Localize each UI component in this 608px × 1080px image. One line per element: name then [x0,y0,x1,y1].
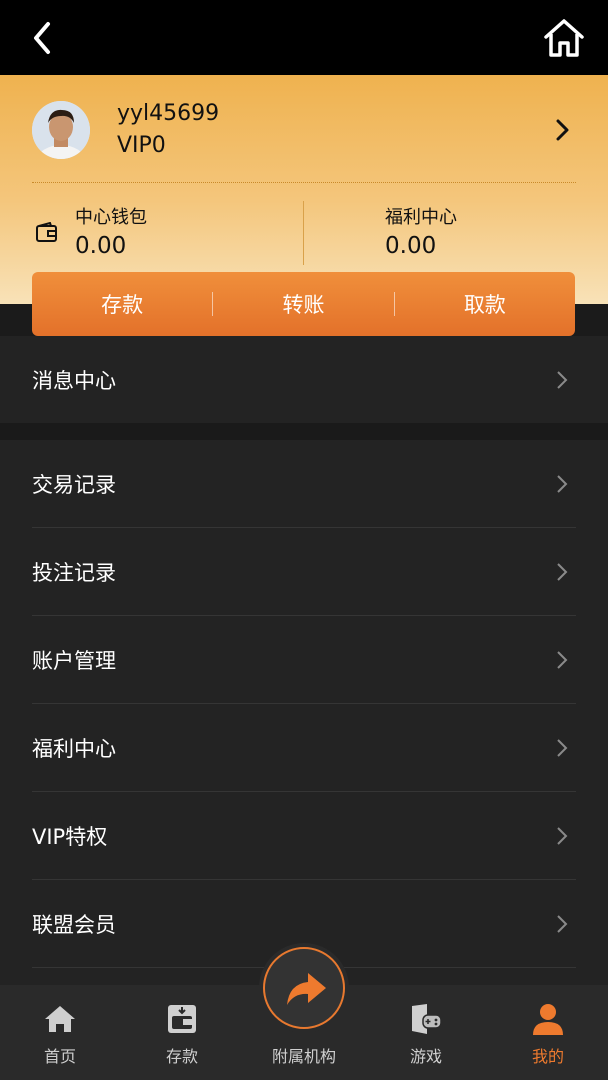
tab-deposit[interactable]: 存款 [122,985,242,1080]
transfer-button[interactable]: 转账 [213,289,393,319]
wallet-icon [36,222,57,242]
menu-item-label: 福利中心 [32,736,116,761]
wallet-actions: 存款 转账 取款 [32,272,575,336]
share-arrow-icon [287,973,326,1005]
wallet-balance: 0.00 [75,233,127,259]
chevron-right-icon[interactable] [552,117,572,143]
wallet-deposit-icon [168,1005,196,1033]
vip-level: VIP0 [117,133,166,158]
withdraw-button[interactable]: 取款 [395,289,575,319]
user-icon [533,1004,563,1035]
welfare-balance: 0.00 [385,233,437,259]
menu-item-messages[interactable]: 消息中心 [32,336,576,423]
chevron-right-icon [557,371,568,389]
menu-item-label: 消息中心 [32,368,116,393]
chevron-right-icon [557,475,568,493]
home-icon[interactable] [542,16,586,60]
menu-item-label: 联盟会员 [32,912,116,937]
menu-item-transactions[interactable]: 交易记录 [32,440,576,528]
username: yyl45699 [117,101,220,126]
tab-games[interactable]: 游戏 [366,985,486,1080]
tab-label: 首页 [43,1047,76,1066]
menu-item-label: 账户管理 [32,648,116,673]
menu-list: 交易记录 投注记录 账户管理 福利中心 VIP特权 联盟会员 [0,440,608,985]
menu-item-vip[interactable]: VIP特权 [32,792,576,880]
avatar[interactable] [32,101,90,159]
tab-mine[interactable]: 我的 [488,985,608,1080]
gamepad-icon [412,1004,442,1034]
tab-home[interactable]: 首页 [0,985,120,1080]
chevron-right-icon [557,563,568,581]
divider [303,201,304,265]
profile-card: yyl45699 VIP0 中心钱包 0.00 福利中心 0.00 [0,75,608,304]
section-gap [0,423,608,440]
back-chevron-icon[interactable] [28,18,60,58]
menu-item-account[interactable]: 账户管理 [32,616,576,704]
chevron-right-icon [557,915,568,933]
home-icon [45,1006,75,1032]
tab-label: 存款 [165,1047,198,1066]
wallet-label: 中心钱包 [75,207,147,228]
tab-label: 附属机构 [271,1047,336,1066]
chevron-right-icon [557,739,568,757]
fab-ring [263,947,345,1029]
menu-section-messages: 消息中心 [0,336,608,423]
deposit-button[interactable]: 存款 [32,289,212,319]
chevron-right-icon [557,651,568,669]
divider [32,182,576,183]
menu-item-label: 交易记录 [32,472,116,497]
menu-item-label: 投注记录 [32,560,116,585]
welfare-label: 福利中心 [385,207,457,228]
menu-item-label: VIP特权 [32,824,108,849]
top-bar [0,0,608,75]
tab-label: 游戏 [409,1047,442,1066]
affiliate-fab[interactable] [259,943,349,1033]
menu-item-welfare[interactable]: 福利中心 [32,704,576,792]
chevron-right-icon [557,827,568,845]
menu-item-bets[interactable]: 投注记录 [32,528,576,616]
tab-label: 我的 [531,1047,564,1066]
